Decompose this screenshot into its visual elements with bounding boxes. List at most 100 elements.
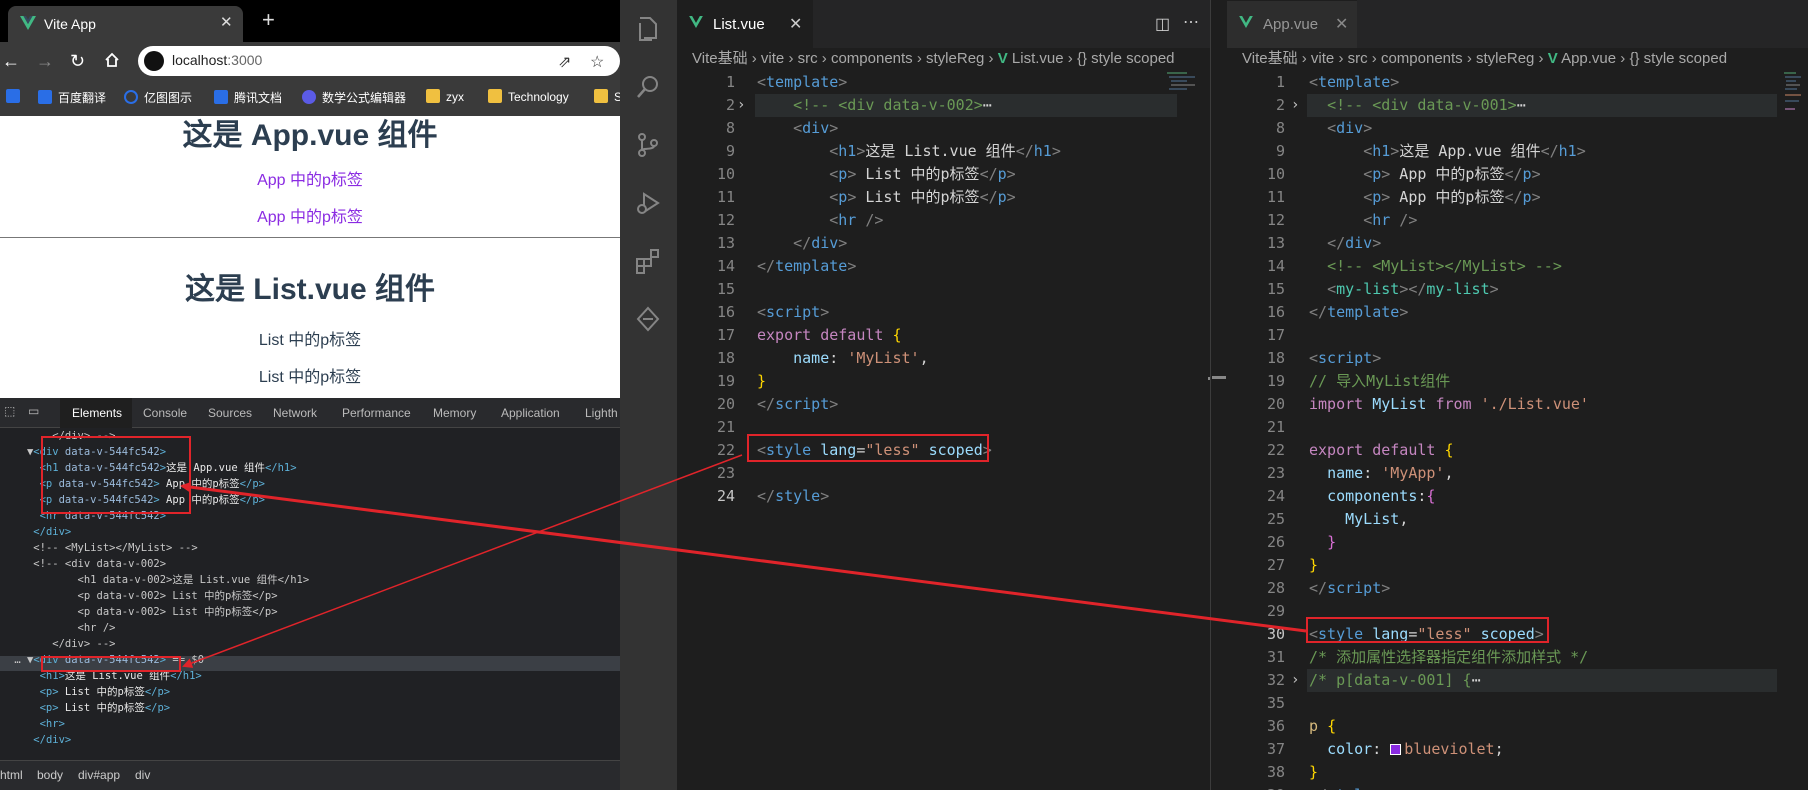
editor-split-divider[interactable] (1210, 0, 1211, 790)
share-icon[interactable]: ⇗ (558, 52, 571, 72)
code-line: 18 name: 'MyList', (716, 349, 929, 367)
bookmark-item[interactable] (6, 89, 26, 104)
bookmark-folder-zyx[interactable]: zyx (426, 89, 464, 104)
sash-handle[interactable] (1212, 376, 1226, 379)
code-line: 37 color: blueviolet; (1266, 740, 1504, 758)
tab-app-vue[interactable]: App.vue ✕ (1227, 0, 1357, 48)
code-line: 23 name: 'MyApp', (1266, 464, 1454, 482)
bookmark-star-icon[interactable]: ☆ (590, 52, 604, 72)
close-tab-icon[interactable]: ✕ (1335, 14, 1348, 34)
tab-label: App.vue (1263, 16, 1319, 33)
breadcrumb: Vite基础 › vite › src › components › style… (692, 50, 1175, 67)
bookmark-folder-technology[interactable]: Technology (488, 89, 569, 104)
bookmark-baidu-translate[interactable]: 百度翻译 (38, 89, 106, 106)
code-line: 11 <p> App 中的p标签</p> (1266, 188, 1541, 206)
crumb-html[interactable]: html (0, 768, 23, 782)
devtools-tab-performance[interactable]: Performance (342, 406, 411, 420)
bookmark-tencent-docs[interactable]: 腾讯文档 (214, 89, 282, 106)
code-line: 1 <template> (1275, 73, 1400, 91)
code-line: 8 <div> (1275, 119, 1373, 137)
code-line: 28 </script> (1266, 579, 1391, 597)
edraw-icon (124, 90, 138, 104)
editor-app-vue: App.vue ✕ Vite基础 › vite › src › componen… (1227, 0, 1808, 790)
fold-chevron-icon: › (1291, 97, 1300, 113)
annotation-box-list-style (747, 434, 989, 462)
close-tab-icon[interactable]: ✕ (220, 13, 233, 31)
code-line: 8 <div> (725, 119, 839, 137)
code-line: 32 ›/* p[data-v-001] {⋯ (1227, 669, 1808, 692)
forward-icon[interactable]: → (36, 49, 54, 73)
code-line: 22 export default { (1266, 441, 1454, 459)
code-line: 12 <hr /> (1266, 211, 1418, 229)
url-host: localhost (172, 52, 228, 68)
split-editor-icon[interactable]: ◫ (1155, 14, 1170, 34)
app-heading: 这是 App.vue 组件 (182, 119, 438, 152)
site-info-icon[interactable] (144, 51, 164, 71)
code-line: 21 (1266, 418, 1285, 436)
code-line: 38} (1266, 763, 1319, 781)
crumb-div-app[interactable]: div#app (78, 768, 120, 782)
remote-explorer-icon[interactable] (634, 305, 662, 333)
inspect-element-icon[interactable]: ⬚ (4, 404, 15, 418)
reload-icon[interactable]: ↻ (70, 49, 85, 73)
code-line: 20 </script> (716, 395, 839, 413)
run-debug-icon[interactable] (634, 189, 662, 217)
math-editor-icon (302, 90, 316, 104)
code-line: 35 (1266, 694, 1285, 712)
vue-file-icon (1239, 16, 1253, 28)
back-icon[interactable]: ← (2, 49, 20, 73)
vue-file-icon: V (997, 50, 1008, 67)
fold-chevron-icon: › (1291, 672, 1300, 688)
annotation-box-app-div (41, 436, 191, 514)
code-line: 26 } (1266, 533, 1337, 551)
code-line: 36 p { (1266, 717, 1337, 735)
device-toolbar-icon[interactable]: ▭ (28, 404, 39, 418)
devtools-tab-elements[interactable]: Elements (60, 398, 132, 428)
devtools-tab-network[interactable]: Network (273, 406, 317, 420)
devtools-tab-console[interactable]: Console (143, 406, 187, 420)
app-paragraph: App 中的p标签 (257, 209, 363, 226)
bookmark-folder-s[interactable]: S (594, 89, 620, 104)
code-line: 25 MyList, (1266, 510, 1409, 528)
bookmark-math-editor[interactable]: 数学公式编辑器 (302, 89, 406, 106)
bookmark-edraw[interactable]: 亿图图示 (124, 89, 192, 106)
code-line: 23 (716, 464, 735, 482)
devtools-tab-memory[interactable]: Memory (433, 406, 476, 420)
home-icon[interactable] (104, 52, 120, 68)
vue-file-icon: V (1547, 50, 1558, 67)
more-actions-icon[interactable]: ⋯ (1183, 12, 1199, 32)
search-icon[interactable] (634, 73, 662, 101)
translate-icon (6, 89, 20, 103)
list-paragraph: List 中的p标签 (258, 332, 362, 349)
color-swatch[interactable] (1390, 744, 1402, 755)
code-line: 27} (1266, 556, 1319, 574)
vite-logo-icon (20, 16, 36, 30)
devtools-tab-bar: ⬚ ▭ Elements Console Sources Network Per… (0, 398, 620, 428)
devtools-tab-application[interactable]: Application (501, 406, 560, 420)
code-line: 10 <p> App 中的p标签</p> (1266, 165, 1541, 183)
devtools-tab-sources[interactable]: Sources (208, 406, 252, 420)
source-control-icon[interactable] (634, 131, 662, 159)
url-input[interactable]: localhost:3000 ⇗ ☆ (138, 46, 620, 76)
code-line: 39</style> (1227, 784, 1808, 790)
code-line: 17 export default { (716, 326, 902, 344)
crumb-body[interactable]: body (37, 768, 63, 782)
code-line: 24 components:{ (1266, 487, 1436, 505)
close-tab-icon[interactable]: ✕ (789, 14, 802, 34)
code-line: 15 (716, 280, 735, 298)
url-text: localhost:3000 (172, 52, 262, 68)
annotation-box-list-div (41, 656, 181, 672)
screenshot-root: Vite App ✕ + ← → ↻ localhost:3000 ⇗ ☆ 百度… (0, 0, 1808, 790)
explorer-icon[interactable] (634, 15, 662, 43)
code-line: 13 </div> (1266, 234, 1382, 252)
browser-tab[interactable]: Vite App ✕ (8, 6, 243, 42)
code-line: 14 </template> (716, 257, 857, 275)
devtools-tab-lighthouse[interactable]: Lighth (585, 406, 618, 420)
code-line: 10 <p> List 中的p标签</p> (716, 165, 1016, 183)
extensions-icon[interactable] (634, 247, 662, 275)
crumb-div[interactable]: div (135, 768, 150, 782)
folder-icon (594, 89, 608, 103)
code-line: 31/* 添加属性选择器指定组件添加样式 */ (1266, 648, 1589, 666)
tab-list-vue[interactable]: List.vue ✕ (677, 0, 813, 48)
new-tab-button[interactable]: + (262, 7, 275, 33)
